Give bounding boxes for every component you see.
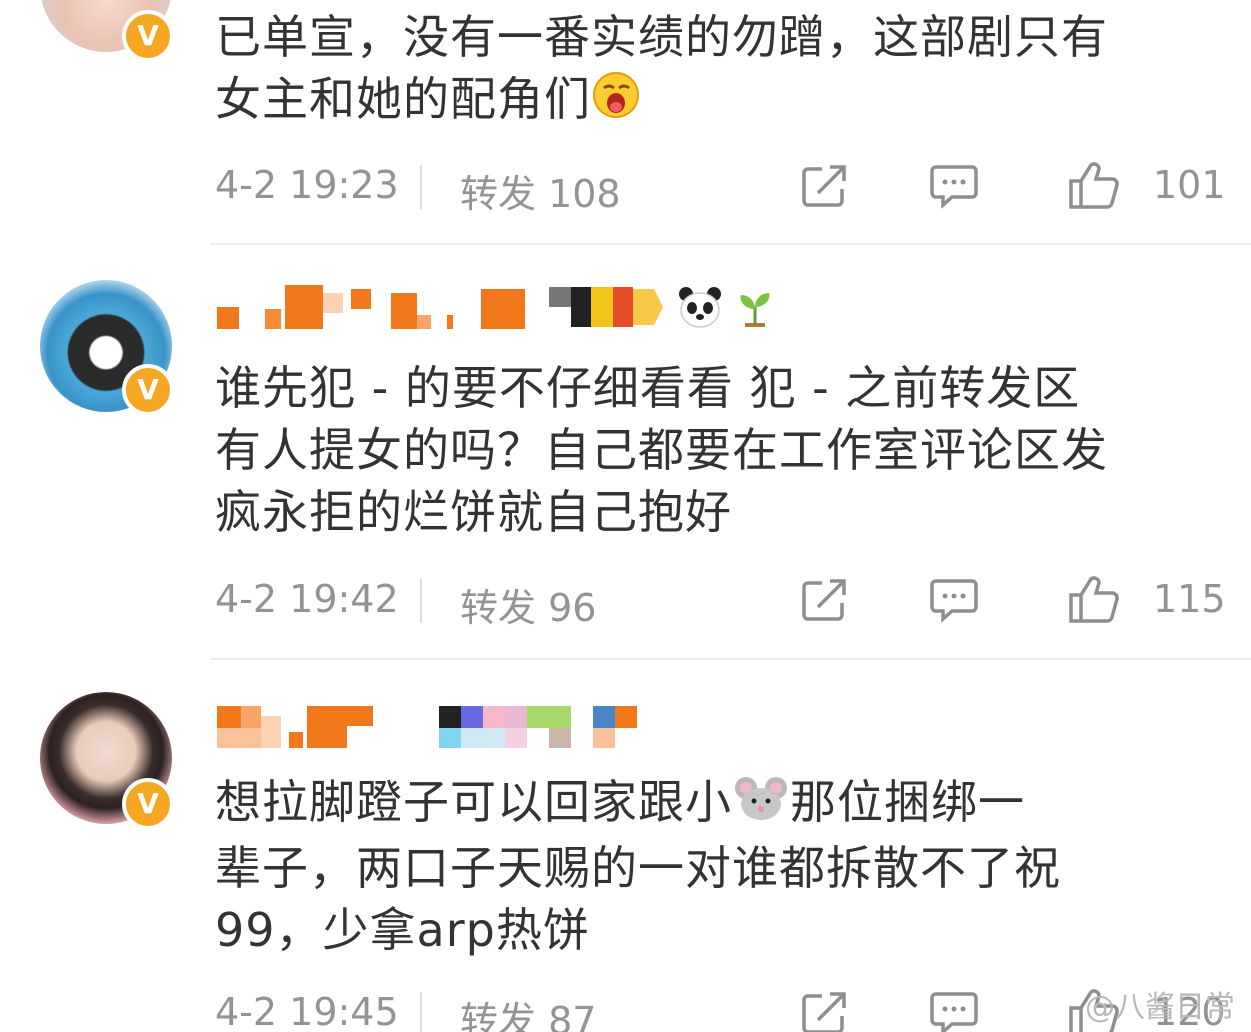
forward-count[interactable]: 转发 108: [460, 163, 621, 218]
comment-body: 谁先犯 - 的要不仔细看看 犯 - 之前转发区 有人提女的吗？自己都要在工作室评…: [215, 357, 1225, 543]
timestamp: 4-2 19:23: [215, 163, 399, 207]
comment-line: 想拉脚蹬子可以回家跟小 那位捆绑一: [215, 771, 1225, 837]
verified-badge-icon: V: [122, 778, 174, 830]
comment-icon[interactable]: [930, 577, 978, 632]
like-count: 101: [1153, 163, 1226, 207]
yawn-emoji: [591, 70, 641, 135]
comment-meta: 4-2 19:45 转发 87 120: [215, 989, 1226, 1032]
comment-body: 已单宣，没有一番实绩的勿蹭，这部剧只有 女主和她的配角们: [215, 6, 1225, 135]
watermark: @八酱日常: [1085, 990, 1235, 1025]
verified-badge-icon: V: [122, 364, 174, 416]
meta-divider: [420, 579, 422, 623]
share-icon[interactable]: [800, 577, 850, 632]
comment-line: 谁先犯 - 的要不仔细看看 犯 - 之前转发区: [215, 361, 1081, 415]
comment-line: 已单宣，没有一番实绩的勿蹭，这部剧只有: [215, 10, 1108, 64]
comment-line: 疯永拒的烂饼就自己抱好: [215, 485, 732, 539]
mouse-emoji: [732, 774, 790, 837]
comment-icon[interactable]: [930, 990, 978, 1032]
comment-feed: V 已单宣，没有一番实绩的勿蹭，这部剧只有 女主和她的配角们 4-2 19:23…: [0, 0, 1251, 1032]
comment-divider: [210, 243, 1251, 245]
meta-divider: [420, 165, 422, 209]
share-icon[interactable]: [800, 990, 850, 1032]
like-count: 115: [1153, 577, 1226, 621]
comment-icon[interactable]: [930, 163, 978, 218]
username-mosaic[interactable]: [215, 704, 665, 754]
like-icon[interactable]: [1067, 573, 1123, 634]
meta-divider: [420, 992, 422, 1032]
like-icon[interactable]: [1067, 159, 1123, 220]
comment-line: 辈子，两口子天赐的一对谁都拆散不了祝: [215, 841, 1061, 895]
comment-body: 想拉脚蹬子可以回家跟小 那位捆绑一 辈子，两口子天赐的一对谁都拆散不了祝 99，…: [215, 771, 1225, 961]
sprout-emoji: [735, 289, 775, 333]
comment-line: 有人提女的吗？自己都要在工作室评论区发: [215, 423, 1108, 477]
username-mosaic[interactable]: [215, 285, 815, 335]
comment-meta: 4-2 19:23 转发 108 101: [215, 162, 1226, 216]
share-icon[interactable]: [800, 163, 850, 218]
comment-line: 女主和她的配角们: [215, 68, 1225, 135]
timestamp: 4-2 19:42: [215, 577, 399, 621]
panda-emoji: [677, 285, 723, 333]
timestamp: 4-2 19:45: [215, 990, 399, 1032]
comment-divider: [210, 658, 1251, 660]
verified-badge-icon: V: [122, 10, 174, 62]
forward-count[interactable]: 转发 96: [460, 577, 596, 632]
comment-meta: 4-2 19:42 转发 96 115: [215, 576, 1226, 630]
forward-count[interactable]: 转发 87: [460, 990, 596, 1032]
comment-line: 99，少拿arp热饼: [215, 903, 590, 957]
